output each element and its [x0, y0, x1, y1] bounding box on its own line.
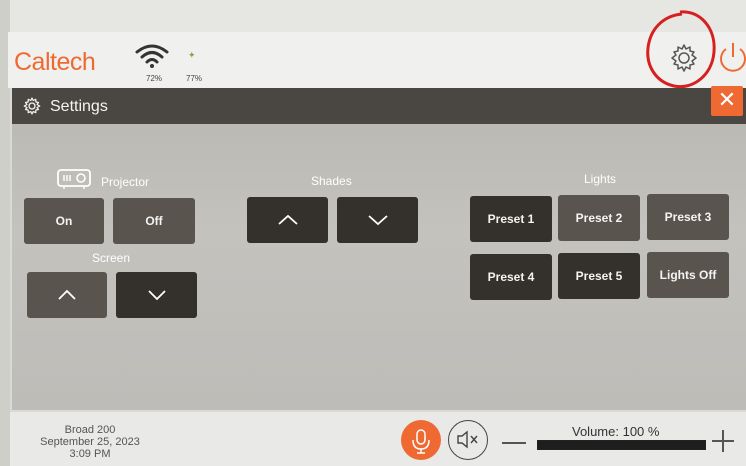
- volume-label: Volume: 100 %: [572, 424, 660, 439]
- shades-up-button[interactable]: [247, 197, 328, 243]
- lights-off-button[interactable]: Lights Off: [647, 252, 729, 298]
- lights-preset-4-button[interactable]: Preset 4: [470, 254, 552, 300]
- brand-logo: Caltech: [14, 48, 96, 76]
- close-button[interactable]: ✕: [711, 86, 743, 116]
- projector-off-button[interactable]: Off: [113, 198, 195, 244]
- projector-label: Projector: [101, 175, 150, 189]
- annotation-circle: [646, 10, 716, 89]
- screen-label: Screen: [92, 251, 131, 265]
- minus-icon[interactable]: [502, 442, 526, 444]
- signal-icon: ✦: [188, 50, 196, 60]
- volume-mute-button[interactable]: [448, 420, 488, 460]
- volume-slider[interactable]: [537, 440, 706, 450]
- top-bar: [8, 32, 746, 88]
- plus-icon[interactable]: [710, 428, 736, 454]
- settings-gear-icon: [23, 97, 41, 115]
- signal-percent: 77%: [186, 74, 203, 83]
- date-text: September 25, 2023: [40, 436, 140, 448]
- mic-mute-button[interactable]: [401, 420, 441, 460]
- settings-header: [12, 88, 746, 124]
- mic-icon: [412, 429, 430, 454]
- volume-level: [538, 441, 705, 449]
- device-bezel-top: [0, 0, 746, 32]
- power-icon[interactable]: [716, 40, 746, 74]
- arrow-down-icon: [367, 215, 388, 226]
- lights-preset-5-button[interactable]: Preset 5: [558, 253, 640, 299]
- arrow-down-icon: [147, 290, 166, 301]
- lights-preset-1-button[interactable]: Preset 1: [470, 196, 552, 242]
- projector-on-button[interactable]: On: [24, 198, 104, 244]
- settings-title: Settings: [50, 98, 108, 115]
- screen-down-button[interactable]: [116, 272, 197, 318]
- wifi-percent: 72%: [146, 74, 163, 83]
- time-text: 3:09 PM: [69, 448, 111, 460]
- room-name: Broad 200: [64, 424, 116, 436]
- shades-label: Shades: [311, 174, 352, 188]
- lights-label: Lights: [584, 172, 617, 186]
- lights-preset-2-button[interactable]: Preset 2: [558, 195, 640, 241]
- wifi-icon: [135, 44, 169, 68]
- lights-preset-3-button[interactable]: Preset 3: [647, 194, 729, 240]
- mute-icon: [457, 430, 478, 449]
- settings-panel: [12, 88, 746, 410]
- screen-up-button[interactable]: [27, 272, 107, 318]
- arrow-up-icon: [277, 214, 298, 225]
- arrow-up-icon: [58, 289, 76, 300]
- projector-icon: [57, 169, 91, 189]
- shades-down-button[interactable]: [337, 197, 418, 243]
